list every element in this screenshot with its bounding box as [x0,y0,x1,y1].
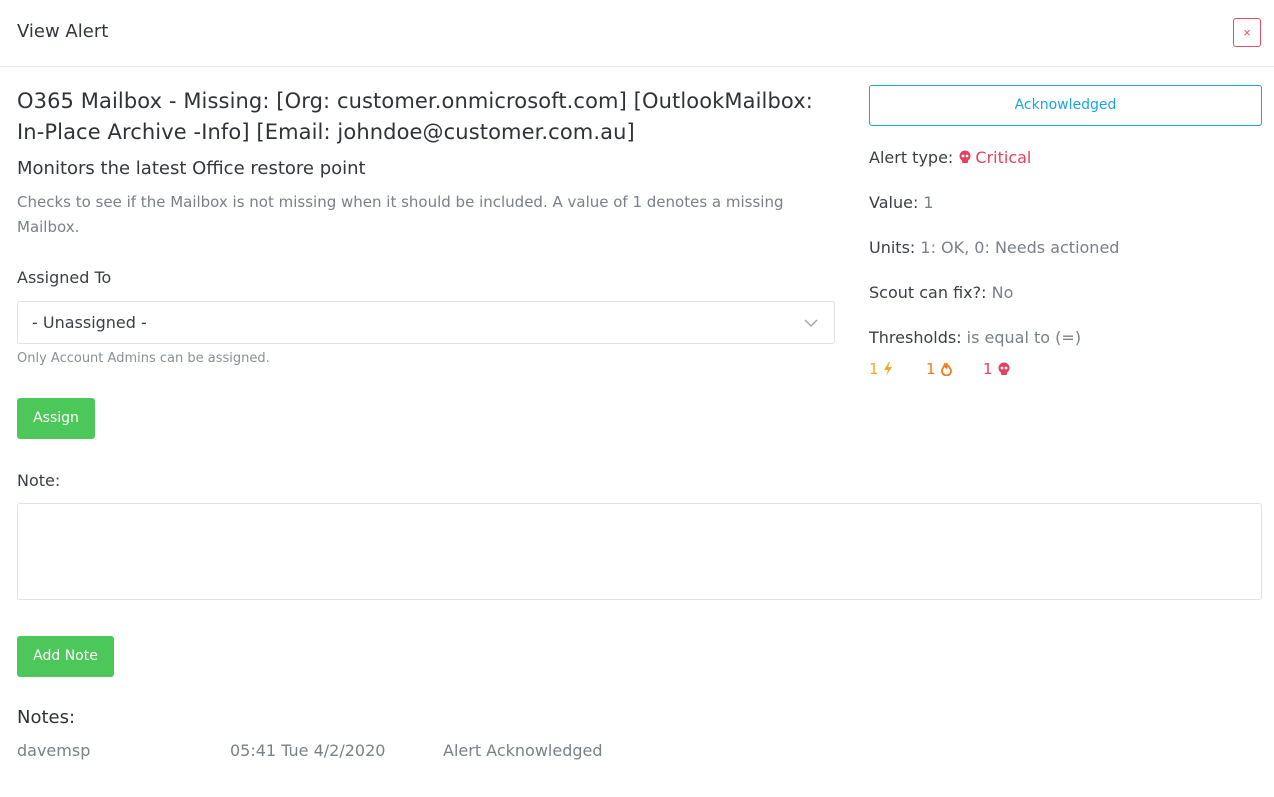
threshold-critical: 1 [983,360,1011,378]
note-text: Alert Acknowledged [443,741,603,760]
value-row: Value: 1 [869,193,934,212]
thresholds-row: Thresholds: is equal to (=) [869,328,1081,347]
units-value: 1: OK, 0: Needs actioned [920,238,1120,257]
modal-header: View Alert × [0,0,1274,67]
assigned-to-label: Assigned To [17,268,112,287]
acknowledged-button[interactable]: Acknowledged [869,85,1262,126]
alert-type-key: Alert type: [869,148,954,167]
scout-key: Scout can fix?: [869,283,987,302]
units-key: Units: [869,238,916,257]
notes-heading: Notes: [17,707,76,728]
value-value: 1 [923,193,934,212]
modal-title: View Alert [17,21,109,42]
assign-hint: Only Account Admins can be assigned. [17,351,270,366]
bolt-icon [883,362,892,376]
units-row: Units: 1: OK, 0: Needs actioned [869,238,1119,257]
scout-value: No [991,283,1014,302]
threshold-warning-value: 1 [869,360,879,378]
alert-type-value: Critical [975,148,1032,167]
thresholds-value: is equal to (=) [966,328,1082,347]
note-textarea[interactable] [17,503,1262,600]
alert-details: O365 Mailbox - Missing: [Org: customer.o… [17,86,837,240]
alert-subtitle: Monitors the latest Office restore point [17,158,366,179]
alert-type-row: Alert type: Critical [869,148,1031,167]
assignee-select-value: - Unassigned - [32,313,147,332]
skull-icon [959,150,971,163]
note-list-item: davemsp 05:41 Tue 4/2/2020 Alert Acknowl… [17,741,917,763]
thresholds-key: Thresholds: [869,328,962,347]
note-label: Note: [17,471,61,490]
assign-button[interactable]: Assign [17,398,95,439]
add-note-button[interactable]: Add Note [17,636,114,677]
threshold-high: 1 [926,360,953,378]
threshold-warning: 1 [869,360,893,378]
threshold-high-value: 1 [926,360,936,378]
alert-status-panel: Acknowledged Alert type: Critical Value:… [869,85,1262,378]
close-button[interactable]: × [1233,18,1261,47]
value-key: Value: [869,193,919,212]
chevron-down-icon [804,319,818,327]
close-icon: × [1243,24,1251,40]
threshold-critical-value: 1 [983,360,993,378]
note-timestamp: 05:41 Tue 4/2/2020 [230,741,386,760]
fire-icon [940,362,952,376]
note-user: davemsp [17,741,91,760]
skull-icon [998,362,1010,375]
scout-row: Scout can fix?: No [869,283,1013,302]
alert-title: O365 Mailbox - Missing: [Org: customer.o… [17,89,813,144]
alert-description: Checks to see if the Mailbox is not miss… [17,193,784,236]
assignee-select[interactable]: - Unassigned - [17,301,835,344]
